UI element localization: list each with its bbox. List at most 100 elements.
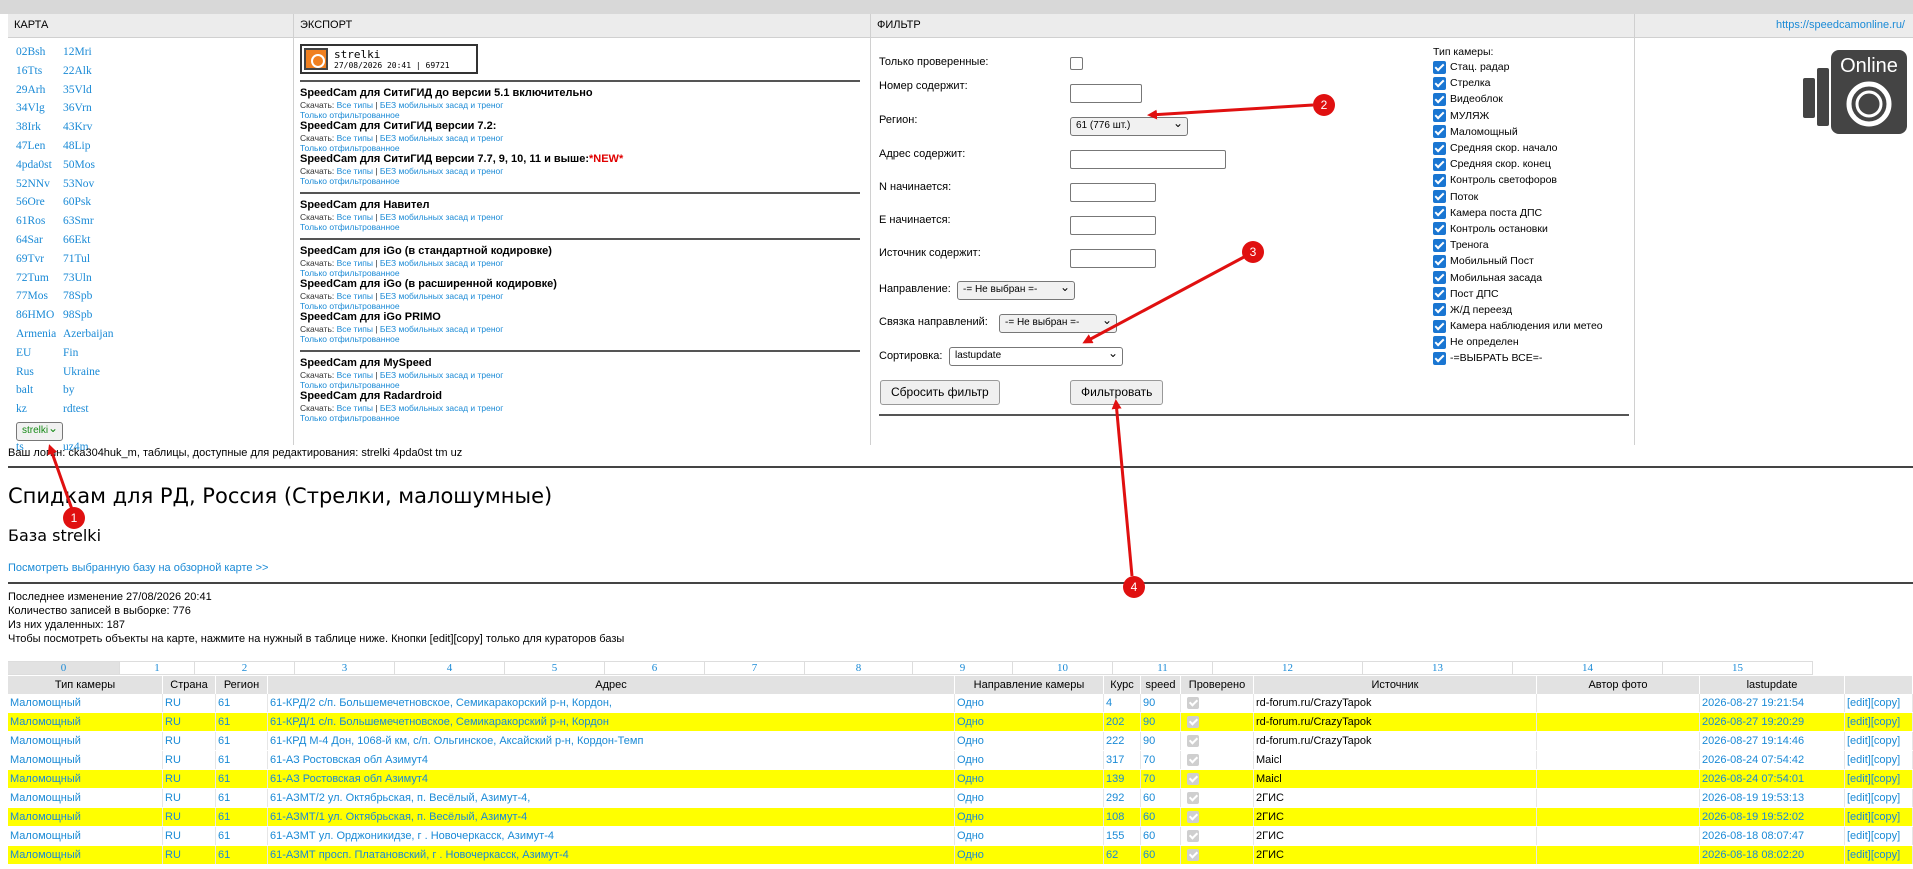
table-row[interactable]: Маломощный RU 61 61-КРД/1 с/п. Большемечетн… [8,713,1913,732]
map-link-34vlg[interactable]: 34Vlg [16,102,63,121]
checkbox-checked-icon[interactable] [1433,287,1446,301]
checkbox-checked-icon[interactable] [1433,173,1446,187]
camera-type-item[interactable]: Маломощный [1433,124,1633,140]
checkbox-checked-icon[interactable] [1433,238,1446,252]
checkbox-checked-icon[interactable] [1433,351,1446,365]
map-link-66ekt[interactable]: 66Ekt [63,234,110,253]
download-no-mobile-link[interactable]: БЕЗ мобильных засад и треног [380,258,503,268]
page-link-0[interactable]: 0 [8,661,120,675]
camera-type-item[interactable]: Тренога [1433,237,1633,253]
checkbox-checked-icon[interactable] [1433,222,1446,236]
site-link[interactable]: https://speedcamonline.ru/ [1776,19,1905,31]
map-link-azerbaijan[interactable]: Azerbaijan [63,328,113,347]
map-link-16tts[interactable]: 16Tts [16,65,63,84]
page-link-5[interactable]: 5 [505,661,605,675]
download-filtered-link[interactable]: Только отфильтрованное [300,176,400,186]
download-all-types-link[interactable]: Все типы [337,166,373,176]
map-link-eu[interactable]: EU [16,347,63,366]
camera-type-item[interactable]: МУЛЯЖ [1433,108,1633,124]
page-link-1[interactable]: 1 [120,661,195,675]
table-row[interactable]: Маломощный RU 61 61-КРД М-4 Дон, 1068-й км,… [8,732,1913,751]
camera-type-item[interactable]: Средняя скор. начало [1433,140,1633,156]
table-row[interactable]: Маломощный RU 61 61-АЗМТ/2 ул. Октябрьская,… [8,789,1913,808]
page-link-15[interactable]: 15 [1663,661,1813,675]
download-filtered-link[interactable]: Только отфильтрованное [300,222,400,232]
checkbox-checked-icon[interactable] [1433,254,1446,268]
map-link-balt[interactable]: balt [16,384,63,403]
source-contains-input[interactable] [1070,249,1156,268]
download-filtered-link[interactable]: Только отфильтрованное [300,110,400,120]
table-row[interactable]: Маломощный RU 61 61-АЗМТ просп. Платановски… [8,846,1913,865]
camera-type-item[interactable]: Видеоблок [1433,91,1633,107]
map-link-by[interactable]: by [63,384,110,403]
page-link-12[interactable]: 12 [1213,661,1363,675]
map-link-35vld[interactable]: 35Vld [63,84,110,103]
page-link-6[interactable]: 6 [605,661,705,675]
map-link-4pda0st[interactable]: 4pda0st [16,159,63,178]
checkbox-checked-icon[interactable] [1433,190,1446,204]
table-row[interactable]: Маломощный RU 61 61-КРД/2 с/п. Большемечетн… [8,694,1913,713]
map-link-73uln[interactable]: 73Uln [63,272,110,291]
camera-type-item[interactable]: Мобильный Пост [1433,253,1633,269]
direction-link-select[interactable]: -= Не выбран =- [999,314,1117,333]
checkbox-checked-icon[interactable] [1433,303,1446,317]
camera-type-item[interactable]: Поток [1433,189,1633,205]
map-link-43krv[interactable]: 43Krv [63,121,110,140]
checkbox-checked-icon[interactable] [1433,271,1446,285]
checkbox-checked-icon[interactable] [1433,157,1446,171]
reset-filter-button[interactable]: Сбросить фильтр [880,380,1000,405]
map-link-ukraine[interactable]: Ukraine [63,366,110,385]
cell-actions[interactable]: [edit][copy] [1845,713,1913,731]
download-filtered-link[interactable]: Только отфильтрованное [300,301,400,311]
download-filtered-link[interactable]: Только отфильтрованное [300,380,400,390]
map-link-63smr[interactable]: 63Smr [63,215,110,234]
page-link-3[interactable]: 3 [295,661,395,675]
camera-type-item[interactable]: Контроль светофоров [1433,172,1633,188]
cell-actions[interactable]: [edit][copy] [1845,808,1913,826]
map-link-22alk[interactable]: 22Alk [63,65,110,84]
only-checked-checkbox[interactable] [1070,57,1083,70]
table-row[interactable]: Маломощный RU 61 61-АЗ Ростовская обл Азиму… [8,770,1913,789]
download-no-mobile-link[interactable]: БЕЗ мобильных засад и треног [380,166,503,176]
map-link-50mos[interactable]: 50Mos [63,159,110,178]
download-all-types-link[interactable]: Все типы [337,370,373,380]
direction-select[interactable]: -= Не выбран =- [957,281,1075,300]
camera-type-item[interactable]: Камера поста ДПС [1433,205,1633,221]
checkbox-checked-icon[interactable] [1433,125,1446,139]
checkbox-checked-icon[interactable] [1433,76,1446,90]
camera-type-item[interactable]: Стац. радар [1433,59,1633,75]
checkbox-checked-icon[interactable] [1433,60,1446,74]
page-link-4[interactable]: 4 [395,661,505,675]
n-starts-input[interactable] [1070,183,1156,202]
download-no-mobile-link[interactable]: БЕЗ мобильных засад и треног [380,403,503,413]
overview-map-link[interactable]: Посмотреть выбранную базу на обзорной ка… [8,562,268,574]
map-link-armenia[interactable]: Armenia [16,328,63,347]
download-no-mobile-link[interactable]: БЕЗ мобильных засад и треног [380,133,503,143]
apply-filter-button[interactable]: Фильтровать [1070,380,1164,405]
map-link-86hmo[interactable]: 86HMO [16,309,63,328]
table-row[interactable]: Маломощный RU 61 61-АЗМТ ул. Орджоникидзе, … [8,827,1913,846]
map-link-77mos[interactable]: 77Mos [16,290,63,309]
download-filtered-link[interactable]: Только отфильтрованное [300,334,400,344]
download-all-types-link[interactable]: Все типы [337,324,373,334]
cell-actions[interactable]: [edit][copy] [1845,770,1913,788]
cell-actions[interactable]: [edit][copy] [1845,732,1913,750]
camera-type-item[interactable]: Мобильная засада [1433,269,1633,285]
page-link-9[interactable]: 9 [913,661,1013,675]
download-all-types-link[interactable]: Все типы [337,133,373,143]
map-link-56ore[interactable]: 56Ore [16,196,63,215]
camera-type-item[interactable]: -=ВЫБРАТЬ ВСЕ=- [1433,350,1633,366]
camera-type-item[interactable]: Пост ДПС [1433,286,1633,302]
download-all-types-link[interactable]: Все типы [337,100,373,110]
map-link-rus[interactable]: Rus [16,366,63,385]
download-no-mobile-link[interactable]: БЕЗ мобильных засад и треног [380,324,503,334]
download-all-types-link[interactable]: Все типы [337,258,373,268]
map-link-strelki[interactable]: strelki [16,421,63,441]
map-link-47len[interactable]: 47Len [16,140,63,159]
page-link-14[interactable]: 14 [1513,661,1663,675]
download-all-types-link[interactable]: Все типы [337,291,373,301]
download-filtered-link[interactable]: Только отфильтрованное [300,143,400,153]
region-select[interactable]: 61 (776 шт.) [1070,117,1188,136]
checkbox-checked-icon[interactable] [1433,335,1446,349]
cell-actions[interactable]: [edit][copy] [1845,846,1913,864]
